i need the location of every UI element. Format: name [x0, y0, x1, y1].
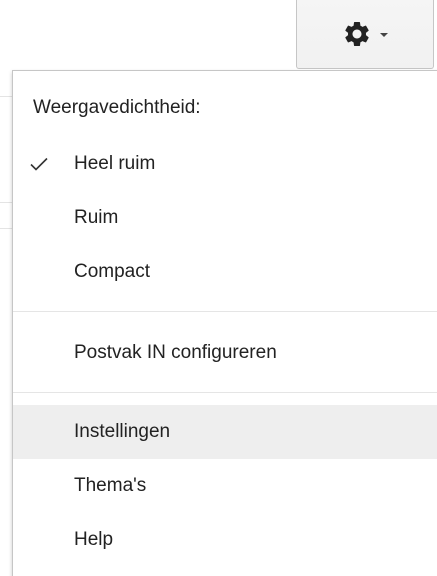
menu-item-density-ruim[interactable]: Ruim	[13, 191, 437, 245]
menu-item-help[interactable]: Help	[13, 513, 437, 567]
menu-separator	[13, 311, 437, 312]
density-header: Weergavedichtheid:	[33, 97, 201, 118]
menu-item-label: Heel ruim	[74, 153, 156, 174]
menu-item-label: Ruim	[74, 207, 119, 228]
gmail-settings-view: Weergavedichtheid: Heel ruim Ruim Compac…	[0, 0, 437, 576]
checkmark-icon	[30, 157, 48, 171]
menu-separator	[13, 392, 437, 393]
menu-item-label: Help	[74, 529, 114, 550]
menu-item-configure-inbox[interactable]: Postvak IN configureren	[13, 326, 437, 380]
settings-dropdown-menu: Weergavedichtheid: Heel ruim Ruim Compac…	[12, 70, 437, 576]
menu-item-label: Compact	[74, 261, 151, 282]
menu-item-density-compact[interactable]: Compact	[13, 245, 437, 299]
menu-item-label: Instellingen	[74, 421, 171, 442]
caret-down-icon	[380, 33, 388, 37]
menu-item-themes[interactable]: Thema's	[13, 459, 437, 513]
menu-item-label: Thema's	[74, 475, 147, 496]
gear-icon	[345, 21, 369, 46]
menu-item-density-heel-ruim[interactable]: Heel ruim	[13, 137, 437, 191]
menu-item-settings[interactable]: Instellingen	[13, 405, 437, 459]
menu-item-label: Postvak IN configureren	[74, 342, 277, 363]
settings-button[interactable]	[296, 0, 434, 69]
